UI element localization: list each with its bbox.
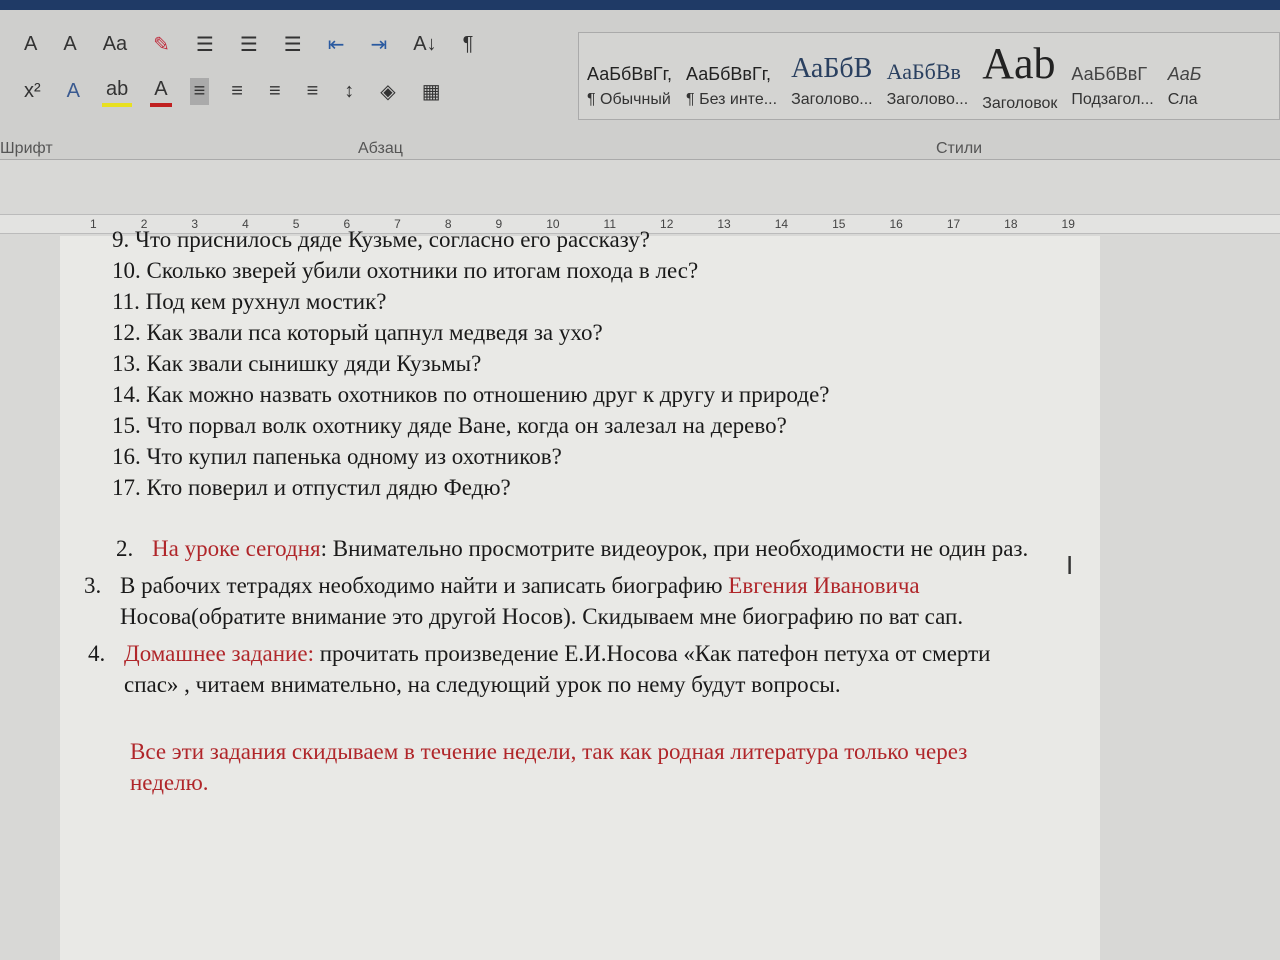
- question-item: 17. Кто поверил и отпустил дядю Федю?: [112, 475, 511, 500]
- style-name: Заголово...: [791, 91, 873, 108]
- question-item: 15. Что порвал волк охотнику дяде Ване, …: [112, 413, 787, 438]
- borders-icon[interactable]: ▦: [418, 77, 445, 106]
- grow-font-button[interactable]: A: [20, 31, 41, 58]
- style-preview: АаБбВв: [886, 59, 961, 84]
- item-number: 3.: [84, 573, 102, 598]
- shading-icon[interactable]: ◈: [376, 77, 399, 106]
- change-case-button[interactable]: Aa: [99, 31, 131, 58]
- style-name: ¶ Обычный: [587, 91, 671, 108]
- title-bar: [0, 0, 1280, 10]
- style-subtitle[interactable]: АаБбВвГ Подзагол...: [1071, 43, 1153, 109]
- list-item-4: 4. Домашнее задание: прочитать произведе…: [88, 638, 1072, 700]
- document-body[interactable]: 9. Что приснилось дяде Кузьме, согласно …: [84, 227, 1072, 798]
- highlight-icon[interactable]: ab: [102, 76, 133, 107]
- style-preview: АаБбВвГ: [1071, 64, 1148, 84]
- clear-format-icon[interactable]: ✎: [149, 30, 174, 59]
- style-title[interactable]: Aab Заголовок: [982, 39, 1057, 112]
- item-text: В рабочих тетрадях необходимо найти и за…: [120, 573, 729, 598]
- align-right-icon[interactable]: ≡: [265, 78, 285, 105]
- sort-icon[interactable]: А↓: [409, 31, 440, 58]
- align-center-icon[interactable]: ≡: [227, 78, 247, 105]
- item-number: 2.: [116, 536, 134, 561]
- question-item: 9. Что приснилось дяде Кузьме, согласно …: [112, 227, 650, 252]
- question-item: 11. Под кем рухнул мостик?: [112, 289, 387, 314]
- question-item: 13. Как звали сынишку дяди Кузьмы?: [112, 351, 482, 376]
- item-text: Носова(обратите внимание это другой Носо…: [120, 604, 964, 629]
- styles-gallery: АаБбВвГг, ¶ Обычный АаБбВвГг, ¶ Без инте..…: [578, 32, 1280, 120]
- ribbon-row-1: A A Aa ✎ ☰ ☰ ☰ ⇤ ⇥ А↓ ¶: [20, 30, 477, 59]
- question-item: 16. Что купил папенька одному из охотник…: [112, 444, 562, 469]
- style-heading-2[interactable]: АаБбВв Заголово...: [887, 43, 969, 109]
- increase-indent-icon[interactable]: ⇥: [367, 30, 392, 59]
- show-marks-icon[interactable]: ¶: [459, 31, 478, 58]
- multilevel-list-icon[interactable]: ☰: [280, 30, 306, 59]
- style-name: Заголовок: [982, 95, 1058, 112]
- item-name-highlight: Евгения Ивановича: [728, 573, 920, 598]
- styles-group-label: Стили: [936, 140, 983, 157]
- style-preview: АаБ: [1167, 64, 1202, 84]
- numbering-icon[interactable]: ☰: [236, 30, 262, 59]
- justify-icon[interactable]: ≡: [303, 78, 323, 105]
- question-list: 9. Что приснилось дяде Кузьме, согласно …: [112, 224, 1072, 503]
- note-text: Все эти задания скидываем в течение неде…: [130, 739, 968, 795]
- style-preview: АаБбВвГг,: [686, 64, 772, 84]
- item-text: : Внимательно просмотрите видеоурок, при…: [320, 536, 1029, 561]
- style-name: ¶ Без инте...: [686, 91, 778, 108]
- shrink-font-button[interactable]: A: [59, 31, 80, 58]
- item-number: 4.: [88, 641, 106, 666]
- ribbon: A A Aa ✎ ☰ ☰ ☰ ⇤ ⇥ А↓ ¶ x² A ab A ≡ ≡ ≡ …: [0, 10, 1280, 160]
- style-no-spacing[interactable]: АаБбВвГг, ¶ Без инте...: [686, 43, 777, 109]
- font-color-icon[interactable]: A: [150, 76, 172, 107]
- bullets-icon[interactable]: ☰: [192, 30, 218, 59]
- style-name: Заголово...: [886, 91, 969, 108]
- style-heading-1[interactable]: АаБбВ Заголово...: [791, 43, 873, 109]
- font-group-label: Шрифт: [0, 140, 53, 157]
- ruler-tick: 1: [90, 217, 97, 231]
- style-preview: АаБбВвГг,: [587, 64, 673, 84]
- text-effects-icon[interactable]: A: [63, 78, 84, 105]
- style-name: Сла: [1167, 91, 1198, 108]
- paragraph-group-label: Абзац: [358, 140, 403, 157]
- list-item-2: 2. На уроке сегодня: Внимательно просмот…: [116, 533, 1072, 564]
- text-cursor-icon: I: [1066, 550, 1074, 580]
- ribbon-row-2: x² A ab A ≡ ≡ ≡ ≡ ↕ ◈ ▦: [20, 76, 445, 107]
- line-spacing-icon[interactable]: ↕: [340, 78, 358, 105]
- list-item-3: 3. В рабочих тетрадях необходимо найти и…: [84, 570, 1072, 632]
- question-item: 12. Как звали пса который цапнул медведя…: [112, 320, 603, 345]
- question-item: 14. Как можно назвать охотников по отнош…: [112, 382, 830, 407]
- superscript-button[interactable]: x²: [20, 78, 45, 105]
- align-left-icon[interactable]: ≡: [189, 78, 210, 105]
- style-normal[interactable]: АаБбВвГг, ¶ Обычный: [587, 43, 672, 109]
- style-name: Подзагол...: [1071, 91, 1154, 108]
- style-preview: Aab: [982, 39, 1056, 88]
- style-preview: АаБбВ: [791, 53, 873, 84]
- item-heading: На уроке сегодня: [152, 536, 321, 561]
- question-item: 10. Сколько зверей убили охотники по ито…: [112, 258, 699, 283]
- decrease-indent-icon[interactable]: ⇤: [324, 30, 349, 59]
- item-heading: Домашнее задание:: [124, 641, 314, 666]
- style-subtle[interactable]: АаБ Сла: [1168, 43, 1202, 109]
